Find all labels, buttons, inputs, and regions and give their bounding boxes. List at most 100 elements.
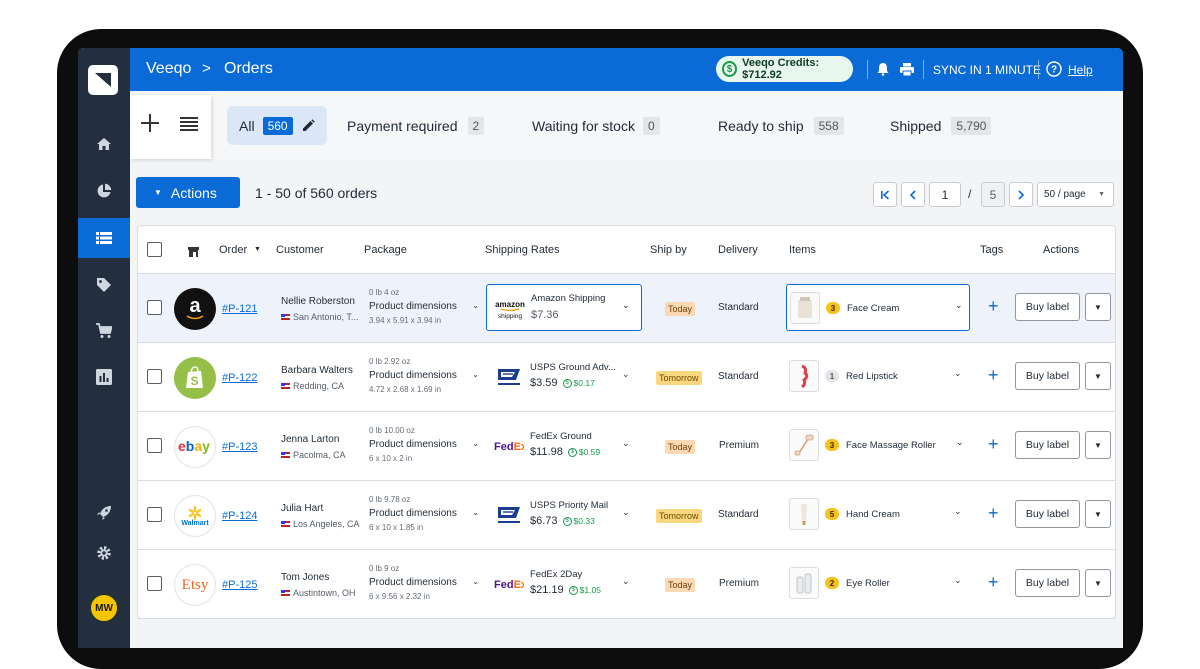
package-cell[interactable]: 0 lb 9.78 oz Product dimensions ⌄ 6 x 10 … (369, 495, 479, 532)
chevron-down-icon[interactable]: ⌄ (622, 369, 630, 380)
rocket-icon[interactable] (78, 493, 130, 533)
buy-label-button[interactable]: Buy label (1015, 293, 1080, 321)
row-checkbox[interactable] (147, 576, 162, 591)
add-tag-icon[interactable]: + (988, 434, 999, 455)
tag-icon[interactable] (78, 265, 130, 305)
tab-payment-required[interactable]: Payment required 2 (347, 106, 485, 145)
order-link[interactable]: #P-122 (222, 372, 257, 384)
chevron-down-icon[interactable]: ⌄ (954, 368, 962, 379)
help-icon[interactable]: ? (1046, 61, 1062, 82)
chevron-down-icon[interactable]: ⌄ (472, 439, 479, 450)
bar-chart-icon[interactable] (78, 357, 130, 397)
sync-status[interactable]: SYNC IN 1 MINUTE (933, 63, 1041, 77)
table-row[interactable]: a #P-121 Nellie Roberston San Antonio, T… (138, 274, 1115, 343)
row-checkbox[interactable] (147, 507, 162, 522)
add-tag-icon[interactable]: + (988, 572, 999, 593)
breadcrumb-app[interactable]: Veeqo (146, 60, 191, 78)
chevron-down-icon[interactable]: ⌄ (956, 437, 964, 448)
printer-icon[interactable] (900, 63, 914, 81)
actions-button[interactable]: ▼ Actions (136, 177, 240, 208)
item-quantity: 1 (825, 370, 839, 382)
buy-label-button[interactable]: Buy label (1015, 500, 1080, 528)
table-row[interactable]: ebay #P-123 Jenna Larton Pacolma, CA 0 l… (138, 412, 1115, 481)
order-link[interactable]: #P-123 (222, 441, 257, 453)
row-checkbox[interactable] (147, 438, 162, 453)
package-cell[interactable]: 0 lb 10.00 oz Product dimensions ⌄ 6 x 10… (369, 426, 479, 463)
cashback: $1.05 (579, 585, 601, 595)
help-link[interactable]: Help (1068, 63, 1093, 77)
item-select[interactable]: 3 Face Massage Roller ⌄ (786, 422, 970, 469)
add-icon[interactable] (140, 113, 160, 138)
chevron-down-icon[interactable]: ⌄ (472, 508, 479, 519)
menu-icon[interactable] (180, 117, 198, 136)
prev-page-button[interactable] (901, 182, 925, 207)
tab-ready-to-ship[interactable]: Ready to ship 558 (718, 106, 844, 145)
veeqo-logo[interactable] (88, 65, 118, 95)
list-icon[interactable] (78, 218, 130, 258)
chevron-down-icon[interactable]: ⌄ (954, 506, 962, 517)
chevron-down-icon[interactable]: ⌄ (622, 438, 630, 449)
first-page-button[interactable] (873, 182, 897, 207)
item-select[interactable]: 3 Face Cream ⌄ (786, 284, 970, 331)
item-select[interactable]: 5 Hand Cream ⌄ (786, 491, 970, 538)
per-page-select[interactable]: 50 / page ▼ (1037, 182, 1114, 207)
more-actions-button[interactable]: ▼ (1085, 293, 1111, 321)
item-quantity: 3 (826, 302, 840, 314)
credits-label: Veeqo Credits: $712.92 (742, 57, 820, 81)
more-actions-button[interactable]: ▼ (1085, 569, 1111, 597)
shipping-rate-select[interactable]: USPS Priority Mail $6.73 $ $0.33 ⌄ (486, 491, 642, 538)
shipping-rate-select[interactable]: USPS Ground Adv... $3.59 $ $0.17 ⌄ (486, 353, 642, 400)
shipping-rate-select[interactable]: FedEx FedEx 2Day $21.19 $ $1.05 ⌄ (486, 560, 642, 607)
row-checkbox[interactable] (147, 300, 162, 315)
gear-icon[interactable] (78, 533, 130, 573)
order-link[interactable]: #P-124 (222, 510, 257, 522)
order-link[interactable]: #P-121 (222, 303, 257, 315)
table-row[interactable]: S #P-122 Barbara Walters Redding, CA 0 l… (138, 343, 1115, 412)
col-order[interactable]: Order (219, 244, 247, 256)
chevron-down-icon[interactable]: ⌄ (622, 300, 630, 311)
add-tag-icon[interactable]: + (988, 365, 999, 386)
pencil-icon[interactable] (302, 119, 315, 132)
chevron-down-icon[interactable]: ⌄ (622, 576, 630, 587)
page-input[interactable]: 1 (929, 182, 961, 207)
add-tag-icon[interactable]: + (988, 503, 999, 524)
user-avatar[interactable]: MW (89, 593, 119, 623)
more-actions-button[interactable]: ▼ (1085, 362, 1111, 390)
more-actions-button[interactable]: ▼ (1085, 431, 1111, 459)
more-actions-button[interactable]: ▼ (1085, 500, 1111, 528)
sort-icon[interactable]: ▼ (254, 246, 261, 253)
item-select[interactable]: 1 Red Lipstick ⌄ (786, 353, 970, 400)
buy-label-button[interactable]: Buy label (1015, 569, 1080, 597)
buy-label-button[interactable]: Buy label (1015, 431, 1080, 459)
tab-waiting-for-stock[interactable]: Waiting for stock 0 (532, 106, 660, 145)
chevron-down-icon[interactable]: ⌄ (472, 577, 479, 588)
tab-shipped[interactable]: Shipped 5,790 (890, 106, 992, 145)
order-link[interactable]: #P-125 (222, 579, 257, 591)
shipping-rate-select[interactable]: FedEx FedEx Ground $11.98 $ $0.59 ⌄ (486, 422, 642, 469)
row-checkbox[interactable] (147, 369, 162, 384)
chevron-down-icon[interactable]: ⌄ (955, 300, 963, 311)
next-page-button[interactable] (1009, 182, 1033, 207)
bell-icon[interactable] (877, 62, 889, 81)
chevron-down-icon[interactable]: ⌄ (954, 575, 962, 586)
select-all-checkbox[interactable] (147, 242, 162, 257)
buy-label-button[interactable]: Buy label (1015, 362, 1080, 390)
package-cell[interactable]: 0 lb 2.92 oz Product dimensions ⌄ 4.72 x … (369, 357, 479, 394)
credits-badge[interactable]: $ Veeqo Credits: $712.92 (716, 56, 853, 82)
home-icon[interactable] (78, 124, 130, 164)
chevron-down-icon[interactable]: ⌄ (472, 301, 479, 312)
cart-icon[interactable] (78, 311, 130, 351)
shopify-channel-icon: S (174, 357, 216, 399)
chevron-down-icon[interactable]: ⌄ (472, 370, 479, 381)
package-cell[interactable]: 0 lb 9 oz Product dimensions ⌄ 6 x 9.56 x… (369, 564, 479, 601)
us-flag-icon (281, 590, 290, 596)
pie-chart-icon[interactable] (78, 171, 130, 211)
table-row[interactable]: Etsy #P-125 Tom Jones Austintown, OH 0 l… (138, 550, 1115, 619)
shipping-rate-select[interactable]: amazon shipping Amazon Shipping $7.36 ⌄ (486, 284, 642, 331)
item-select[interactable]: 2 Eye Roller ⌄ (786, 560, 970, 607)
table-row[interactable]: Walmart #P-124 Julia Hart Los Angeles, C… (138, 481, 1115, 550)
add-tag-icon[interactable]: + (988, 296, 999, 317)
package-cell[interactable]: 0 lb 4 oz Product dimensions ⌄ 3.94 x 5.9… (369, 288, 479, 325)
chevron-down-icon[interactable]: ⌄ (622, 507, 630, 518)
tab-all[interactable]: All 560 (227, 106, 327, 145)
